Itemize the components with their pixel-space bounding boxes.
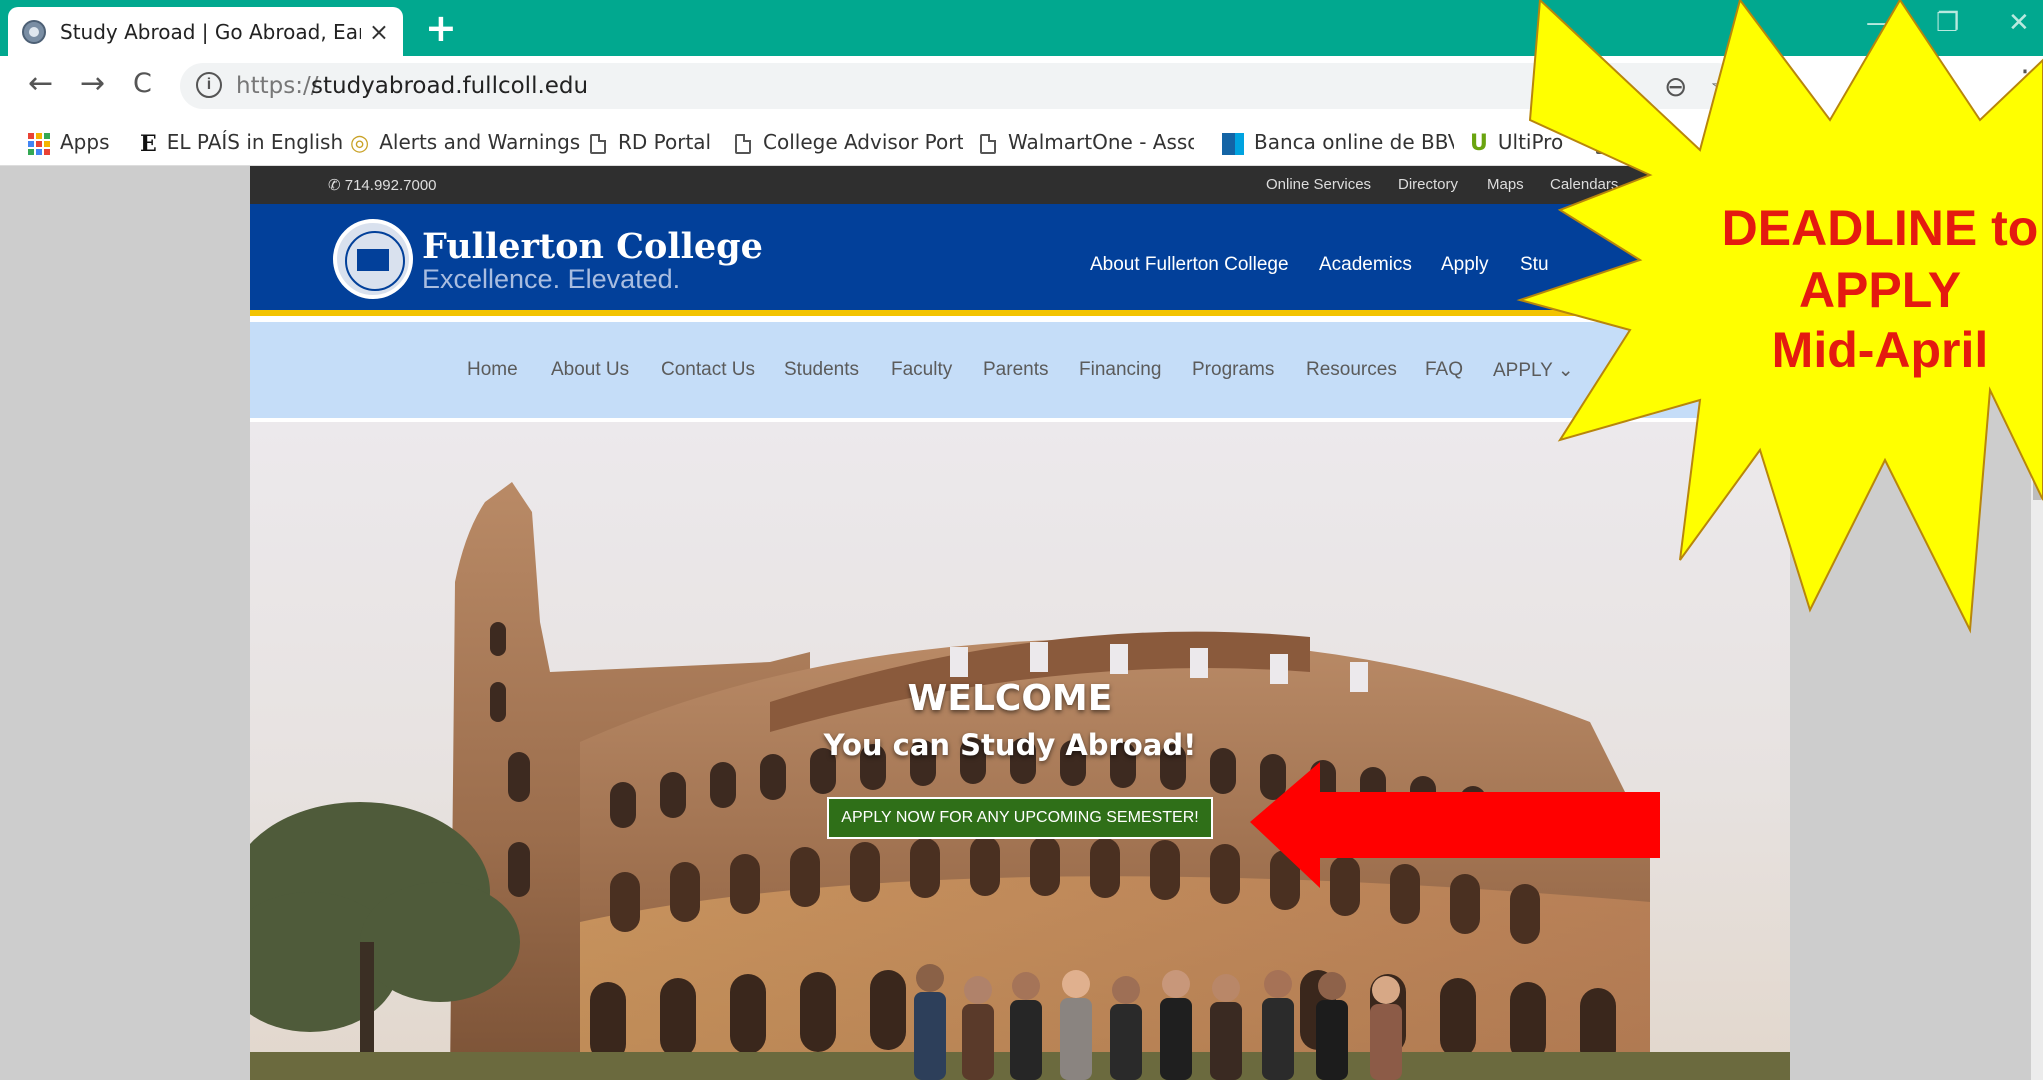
deadline-line-1: DEADLINE to (1721, 200, 2039, 256)
deadline-line-2: APPLY (1798, 262, 1962, 318)
deadline-line-3: Mid-April (1771, 322, 1989, 378)
red-arrow (1250, 762, 1660, 888)
annotation-overlay (1250, 0, 2043, 888)
